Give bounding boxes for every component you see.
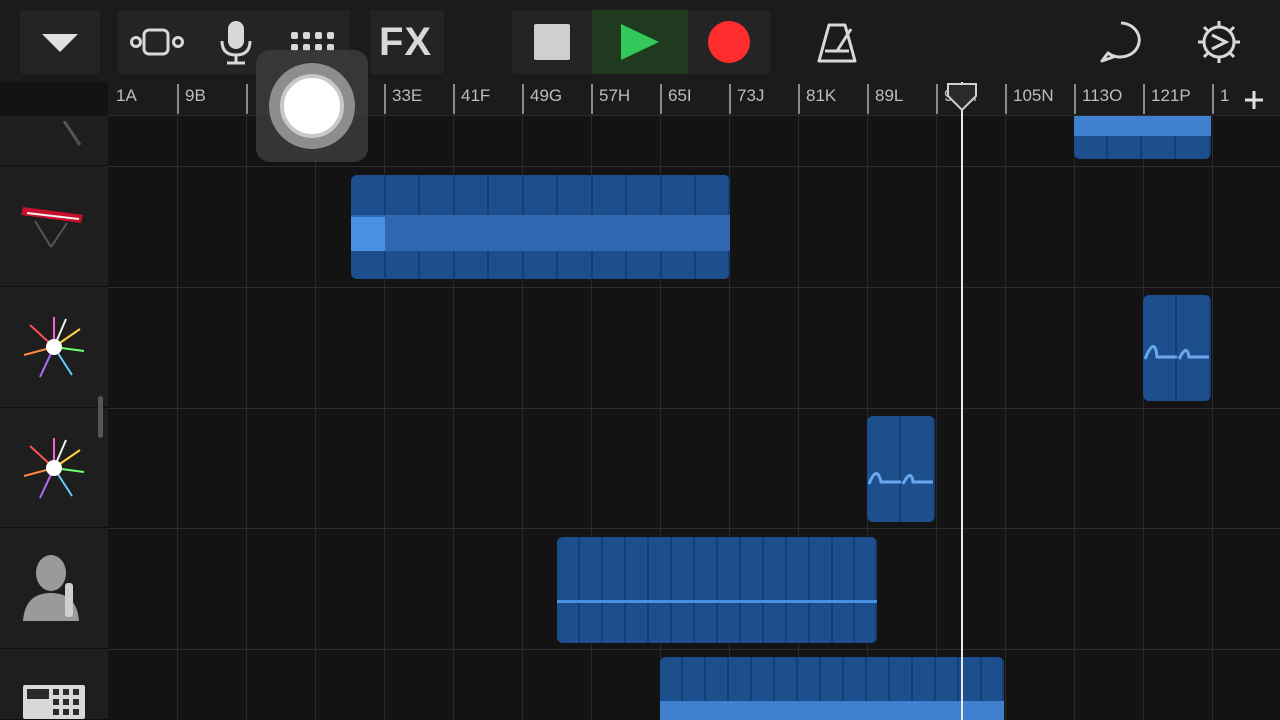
beat-sequencer-icon bbox=[23, 685, 85, 719]
metronome-icon bbox=[817, 23, 857, 63]
plus-icon bbox=[1245, 91, 1263, 109]
track-region[interactable] bbox=[867, 416, 935, 522]
record-button[interactable] bbox=[690, 10, 768, 74]
playhead-handle[interactable] bbox=[946, 82, 978, 112]
fx-label: FX bbox=[379, 20, 433, 64]
assistive-touch-button[interactable] bbox=[256, 50, 368, 162]
track-scrollbar[interactable] bbox=[98, 396, 103, 438]
add-section-button[interactable] bbox=[1240, 86, 1268, 114]
top-toolbar: FX bbox=[0, 0, 1280, 82]
record-icon bbox=[708, 21, 750, 63]
stop-icon bbox=[534, 24, 570, 60]
track-header[interactable] bbox=[0, 166, 108, 287]
track-header[interactable] bbox=[0, 408, 108, 528]
tracks-view-icon bbox=[130, 28, 184, 56]
metronome-button[interactable] bbox=[806, 10, 868, 74]
track-header[interactable] bbox=[0, 528, 108, 649]
settings-icon bbox=[1198, 21, 1240, 63]
track-header[interactable] bbox=[0, 116, 108, 166]
drum-machine-icon bbox=[62, 120, 82, 146]
play-button[interactable] bbox=[592, 10, 688, 74]
dropdown-button[interactable] bbox=[20, 10, 100, 74]
track-headers bbox=[0, 116, 108, 720]
track-region[interactable] bbox=[660, 657, 1004, 720]
track-region[interactable] bbox=[557, 537, 877, 643]
microphone-icon bbox=[220, 21, 252, 65]
loop-icon bbox=[1100, 21, 1141, 63]
track-header[interactable] bbox=[0, 287, 108, 408]
track-region[interactable] bbox=[1074, 116, 1211, 159]
keyboard-icon bbox=[21, 207, 83, 248]
arrange-area[interactable] bbox=[108, 116, 1280, 720]
sparkle-instrument-icon bbox=[23, 437, 85, 498]
play-icon bbox=[621, 24, 659, 60]
settings-button[interactable] bbox=[1188, 10, 1250, 74]
stop-button[interactable] bbox=[514, 10, 590, 74]
sparkle-instrument-icon bbox=[23, 317, 85, 378]
playhead[interactable] bbox=[961, 82, 963, 720]
loop-browser-button[interactable] bbox=[1090, 10, 1152, 74]
dropdown-icon bbox=[42, 34, 78, 52]
track-region[interactable] bbox=[1143, 295, 1211, 401]
vocalist-icon bbox=[23, 555, 79, 621]
track-region[interactable] bbox=[351, 175, 730, 279]
track-header[interactable] bbox=[0, 649, 108, 720]
fx-button[interactable]: FX bbox=[370, 10, 444, 74]
tracks-view-button[interactable] bbox=[120, 10, 194, 74]
